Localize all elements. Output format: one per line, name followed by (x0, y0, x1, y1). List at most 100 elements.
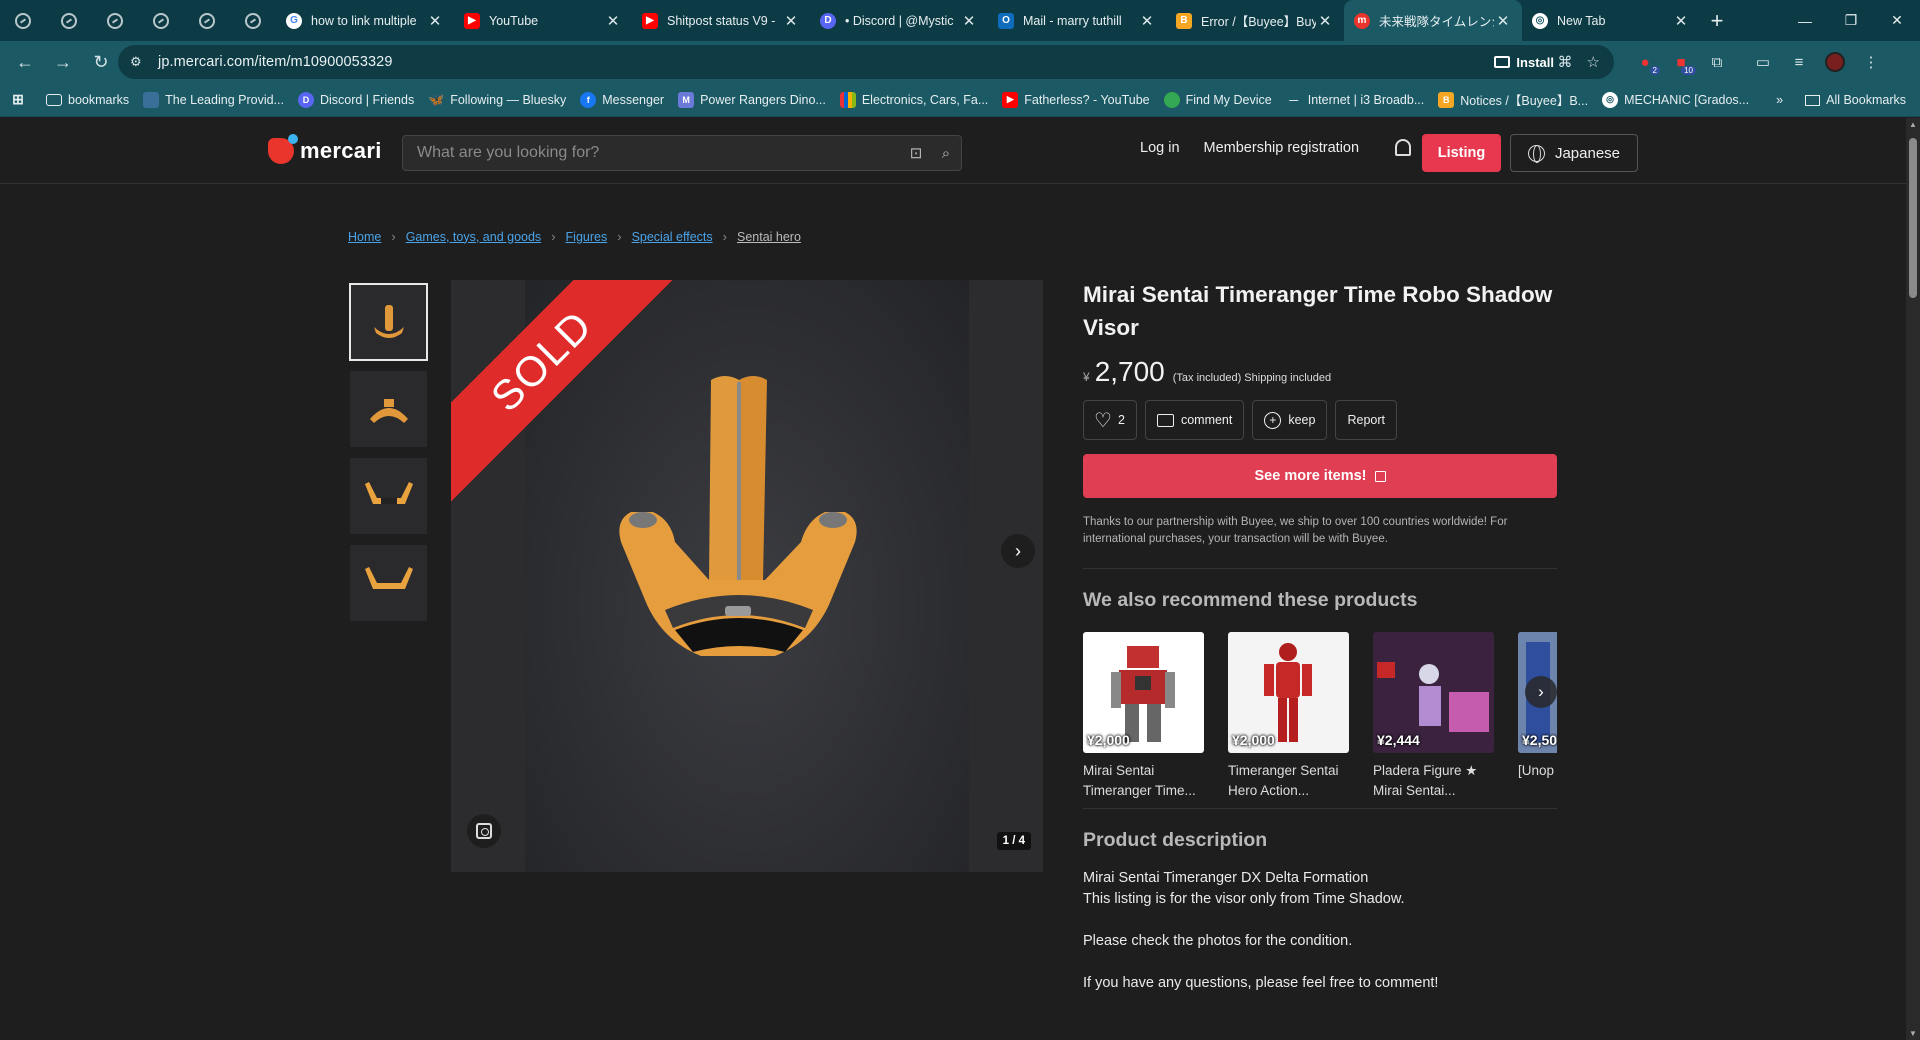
thumbnail[interactable] (350, 545, 427, 621)
thumbnail[interactable] (350, 458, 427, 534)
page-scrollbar[interactable]: ▲ ▼ (1906, 118, 1920, 1040)
close-tab-icon[interactable]: ✕ (1494, 12, 1512, 30)
like-button[interactable]: 2 (1083, 400, 1137, 440)
recommend-item[interactable]: ¥2,444 Pladera Figure ★ Mirai Sentai... (1373, 632, 1494, 808)
site-info-icon[interactable]: ⚙ (130, 54, 146, 70)
back-icon[interactable]: ← (8, 45, 42, 79)
menu-kebab-icon[interactable]: ⋮ (1856, 47, 1886, 77)
mercari-logo[interactable]: mercari (268, 134, 382, 164)
buyee-partner-note: Thanks to our partnership with Buyee, we… (1083, 516, 1508, 545)
search-input[interactable] (417, 144, 901, 162)
bookmark-item[interactable]: ◎ MECHANIC [Grados... (1602, 91, 1749, 108)
browser-tab[interactable]: O Mail - marry tuthill ✕ (988, 0, 1166, 41)
pinned-tab[interactable] (230, 0, 276, 41)
bookmark-item[interactable]: f Messenger (580, 91, 664, 108)
login-link[interactable]: Log in (1140, 140, 1180, 156)
report-button[interactable]: Report (1335, 400, 1397, 440)
bookmark-label: Power Rangers Dino... (700, 92, 826, 107)
bookmark-star-icon[interactable]: ☆ (1587, 53, 1600, 71)
bookmark-item[interactable]: B Notices /【Buyee】B... (1438, 90, 1588, 109)
profile-avatar[interactable] (1820, 47, 1850, 77)
membership-registration-link[interactable]: Membership registration (1204, 140, 1360, 156)
comment-button[interactable]: comment (1144, 400, 1245, 440)
thumbnail[interactable] (349, 283, 428, 361)
pinned-tab[interactable] (184, 0, 230, 41)
all-bookmarks-button[interactable]: All Bookmarks (1805, 93, 1906, 107)
puzzle-icon[interactable]: ⧉ (1702, 47, 1732, 77)
browser-tab[interactable]: ◎ New Tab ✕ (1522, 0, 1700, 41)
bookmark-item[interactable]: The Leading Provid... (143, 91, 284, 108)
close-tab-icon[interactable]: ✕ (604, 12, 622, 30)
extension-icon[interactable]: ● 2 (1630, 47, 1660, 77)
pinned-tab[interactable] (138, 0, 184, 41)
bookmarks-overflow-icon[interactable]: » (1776, 93, 1783, 107)
breadcrumb-link-home[interactable]: Home (348, 230, 381, 244)
bookmark-item[interactable]: — Internet | i3 Broadb... (1286, 92, 1424, 108)
bookmark-item[interactable]: Electronics, Cars, Fa... (839, 91, 988, 108)
close-tab-icon[interactable]: ✕ (1138, 12, 1156, 30)
search-icon[interactable]: ⌕ (931, 145, 961, 162)
bookmark-item[interactable]: ▶ Fatherless? - YouTube (1002, 91, 1150, 108)
bookmark-item[interactable]: bookmarks (46, 93, 129, 107)
recommend-item[interactable]: ¥2,000 Mirai Sentai Timeranger Time... (1083, 632, 1204, 808)
pinned-tab[interactable] (46, 0, 92, 41)
scrollbar-thumb[interactable] (1909, 138, 1917, 298)
close-window-icon[interactable]: ✕ (1874, 0, 1920, 41)
pinned-tab[interactable] (0, 0, 46, 41)
restore-icon[interactable]: ❐ (1828, 0, 1874, 41)
close-tab-icon[interactable]: ✕ (1672, 12, 1690, 30)
address-bar[interactable]: ⚙ jp.mercari.com/item/m10900053329 Insta… (118, 45, 1614, 79)
browser-tab[interactable]: G how to link multiple ✕ (276, 0, 454, 41)
image-search-icon[interactable]: ⊡ (901, 144, 931, 162)
browser-tab[interactable]: B Error /【Buyee】Buy ✕ (1166, 0, 1344, 41)
reload-icon[interactable]: ↻ (84, 45, 118, 79)
minimize-icon[interactable]: — (1782, 0, 1828, 41)
browser-tab[interactable]: ▶ YouTube ✕ (454, 0, 632, 41)
cast-icon[interactable]: ▭ (1748, 47, 1778, 77)
bookmark-item[interactable]: M Power Rangers Dino... (678, 91, 826, 108)
bookmark-item[interactable]: D Discord | Friends (297, 91, 414, 108)
language-button[interactable]: Japanese (1510, 134, 1638, 172)
scroll-down-icon[interactable]: ▼ (1906, 1029, 1920, 1038)
url-text[interactable]: jp.mercari.com/item/m10900053329 (158, 54, 393, 70)
forward-icon[interactable]: → (46, 45, 80, 79)
extension-icon[interactable]: ■ 10 (1666, 47, 1696, 77)
browser-tab-active[interactable]: m 未来戦隊タイムレンジ ✕ (1344, 0, 1522, 41)
install-app-button[interactable]: Install (1494, 51, 1554, 73)
recommend-name: Timeranger Sentai Hero Action... (1228, 763, 1339, 798)
bell-icon[interactable] (1395, 139, 1412, 156)
browser-tab[interactable]: D • Discord | @Mystic ✕ (810, 0, 988, 41)
breadcrumb-link[interactable]: Special effects (632, 230, 713, 244)
zoom-button[interactable] (467, 814, 501, 848)
translate-icon[interactable]: ⌘ (1558, 53, 1573, 71)
tab-title: Error /【Buyee】Buy (1201, 15, 1316, 29)
tab-title: Shitpost status V9 - (667, 13, 776, 28)
media-icon[interactable]: ≡ (1784, 47, 1814, 77)
close-tab-icon[interactable]: ✕ (1316, 12, 1334, 30)
close-tab-icon[interactable]: ✕ (782, 12, 800, 30)
keep-button[interactable]: + keep (1252, 400, 1328, 440)
browser-tab[interactable]: ▶ Shitpost status V9 - ✕ (632, 0, 810, 41)
scroll-up-icon[interactable]: ▲ (1906, 120, 1920, 129)
carousel-next-button[interactable]: › (1525, 676, 1557, 708)
thumbnail[interactable] (350, 371, 427, 447)
breadcrumb-link[interactable]: Figures (566, 230, 608, 244)
see-more-items-button[interactable]: See more items! (1083, 454, 1557, 498)
listing-button[interactable]: Listing (1422, 134, 1501, 172)
new-tab-button[interactable]: + (1700, 8, 1734, 34)
pinned-tab[interactable] (92, 0, 138, 41)
close-tab-icon[interactable]: ✕ (960, 12, 978, 30)
bookmark-item[interactable]: 🦋 Following — Bluesky (428, 92, 566, 108)
divider (1083, 568, 1557, 569)
bookmark-label: Following — Bluesky (450, 92, 567, 107)
breadcrumb-link[interactable]: Games, toys, and goods (406, 230, 542, 244)
next-image-button[interactable]: › (1001, 534, 1035, 568)
mercari-icon: m (1354, 12, 1370, 29)
recommend-item[interactable]: ¥2,000 Timeranger Sentai Hero Action... (1228, 632, 1349, 808)
recommend-item[interactable]: ¥2,50 [Unop Senta (1518, 632, 1557, 808)
breadcrumb-current[interactable]: Sentai hero (737, 230, 801, 244)
bookmark-item[interactable]: Find My Device (1163, 91, 1272, 108)
close-tab-icon[interactable]: ✕ (426, 12, 444, 30)
bookmarks-apps-icon[interactable]: ⊞ (10, 91, 32, 108)
main-product-image[interactable]: SOLD › 1 / 4 (451, 280, 1043, 872)
